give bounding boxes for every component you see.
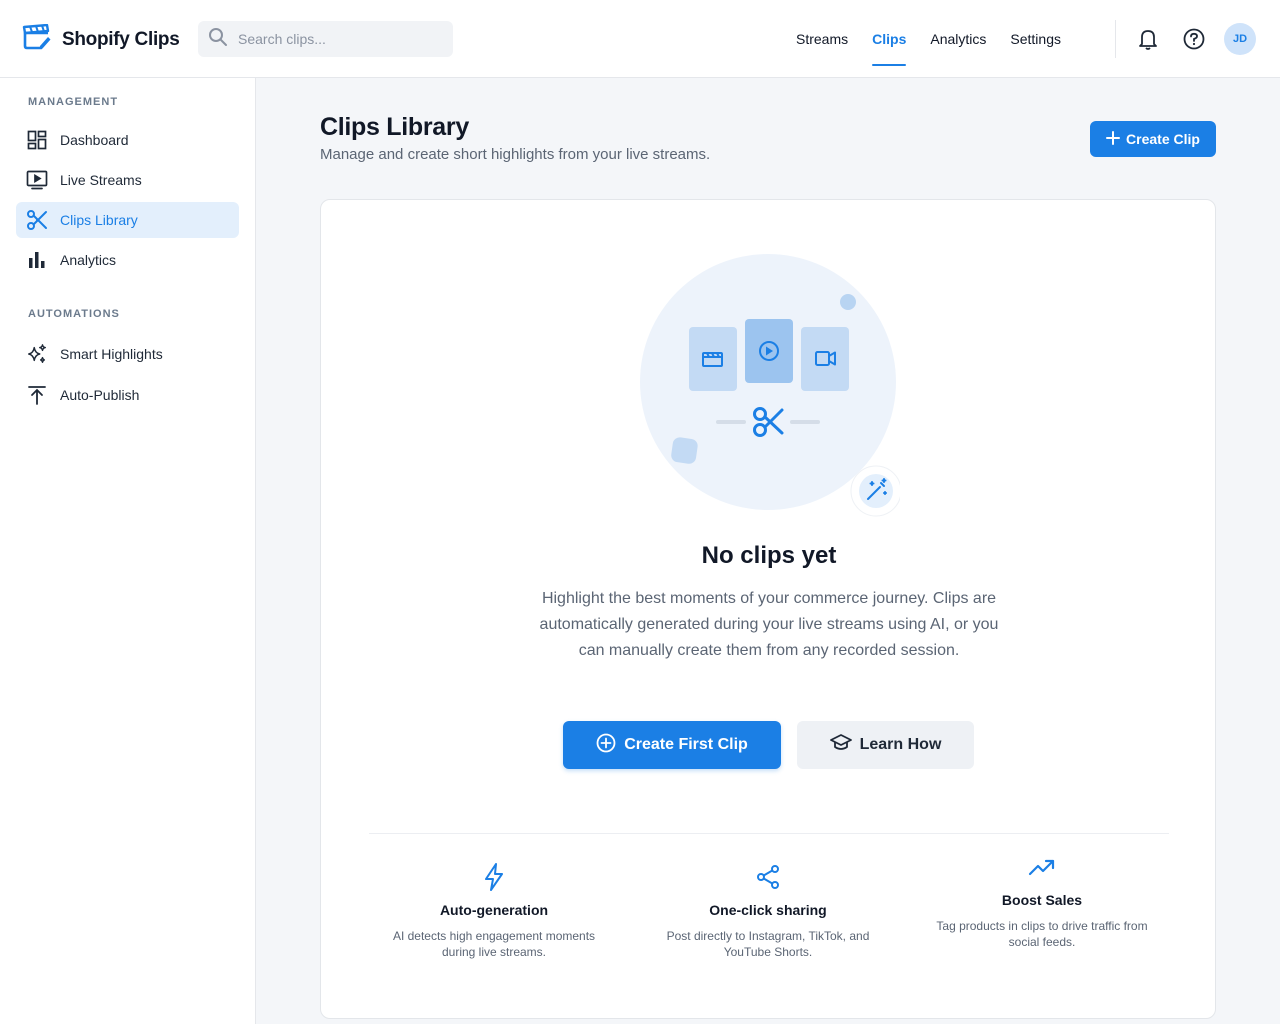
sparkles-icon bbox=[26, 343, 48, 365]
empty-state-illustration bbox=[640, 254, 902, 519]
trending-up-icon bbox=[922, 852, 1162, 882]
sidebar-item-dashboard[interactable]: Dashboard bbox=[16, 122, 239, 158]
sidebar-item-label: Dashboard bbox=[60, 132, 129, 148]
top-nav: Streams Clips Analytics Settings bbox=[784, 0, 1073, 78]
brand-name: Shopify Clips bbox=[62, 28, 180, 50]
dashboard-icon bbox=[26, 129, 48, 151]
feature-description: Tag products in clips to drive traffic f… bbox=[936, 919, 1148, 949]
page-subtitle: Manage and create short highlights from … bbox=[320, 146, 711, 163]
lightning-icon bbox=[374, 862, 614, 892]
sidebar-item-analytics[interactable]: Analytics bbox=[16, 242, 239, 278]
empty-state-card: No clips yet Highlight the best moments … bbox=[320, 199, 1216, 1019]
sidebar-item-live-streams[interactable]: Live Streams bbox=[16, 162, 239, 198]
nav-clips[interactable]: Clips bbox=[872, 0, 907, 78]
nav-settings[interactable]: Settings bbox=[1010, 0, 1061, 78]
plus-icon bbox=[1106, 130, 1121, 148]
management-section-title: MANAGEMENT bbox=[28, 96, 119, 108]
sidebar-item-label: Smart Highlights bbox=[60, 346, 163, 362]
clapperboard-logo-icon bbox=[22, 23, 52, 55]
feature-title: One-click sharing bbox=[709, 902, 827, 918]
header-divider bbox=[1115, 20, 1116, 58]
automations-section-title: AUTOMATIONS bbox=[28, 308, 120, 320]
brand[interactable]: Shopify Clips bbox=[22, 23, 180, 55]
graduation-cap-icon bbox=[829, 733, 852, 757]
sidebar-item-auto-publish[interactable]: Auto-Publish bbox=[16, 377, 239, 413]
nav-streams[interactable]: Streams bbox=[796, 0, 848, 78]
feature-description: AI detects high engagement moments durin… bbox=[392, 929, 596, 959]
sidebar-item-clips-library[interactable]: Clips Library bbox=[16, 202, 239, 238]
empty-state-title: No clips yet bbox=[701, 542, 837, 569]
search-input[interactable] bbox=[238, 31, 438, 47]
learn-how-button[interactable]: Learn How bbox=[797, 721, 974, 769]
sidebar-item-label: Live Streams bbox=[60, 172, 142, 188]
feature-one-click-sharing: One-click sharing Post directly to Insta… bbox=[648, 862, 888, 960]
create-clip-button[interactable]: Create Clip bbox=[1090, 121, 1216, 157]
top-header: Shopify Clips Streams Clips Analytics Se… bbox=[0, 0, 1280, 78]
page-title: Clips Library bbox=[320, 113, 469, 141]
sidebar-item-label: Analytics bbox=[60, 252, 117, 268]
search-icon bbox=[208, 27, 228, 52]
learn-how-label: Learn How bbox=[859, 736, 942, 753]
sidebar-item-smart-highlights[interactable]: Smart Highlights bbox=[16, 336, 239, 372]
empty-state-description: Highlight the best moments of your comme… bbox=[539, 590, 999, 659]
plus-circle-icon bbox=[596, 733, 616, 758]
feature-title: Boost Sales bbox=[1001, 892, 1083, 908]
bell-icon[interactable] bbox=[1136, 27, 1160, 51]
sidebar: MANAGEMENT Dashboard Live Streams Clips … bbox=[0, 78, 256, 1024]
feature-auto-generation: Auto-generation AI detects high engageme… bbox=[374, 862, 614, 960]
live-streams-icon bbox=[26, 169, 48, 191]
nav-analytics[interactable]: Analytics bbox=[930, 0, 986, 78]
share-icon bbox=[648, 862, 888, 892]
bar-chart-icon bbox=[26, 249, 48, 271]
create-clip-label: Create Clip bbox=[1126, 131, 1200, 147]
avatar[interactable]: JD bbox=[1224, 23, 1256, 55]
feature-title: Auto-generation bbox=[439, 902, 549, 918]
create-first-clip-button[interactable]: Create First Clip bbox=[563, 721, 781, 769]
scissors-icon bbox=[26, 209, 48, 231]
feature-boost-sales: Boost Sales Tag products in clips to dri… bbox=[922, 852, 1162, 950]
create-first-clip-label: Create First Clip bbox=[624, 736, 748, 753]
sidebar-item-label: Auto-Publish bbox=[60, 387, 140, 403]
upload-icon bbox=[26, 384, 48, 406]
search-box[interactable] bbox=[198, 21, 453, 57]
sidebar-item-label: Clips Library bbox=[60, 212, 138, 228]
feature-description: Post directly to Instagram, TikTok, and … bbox=[666, 929, 870, 959]
card-divider bbox=[369, 833, 1169, 834]
help-icon[interactable] bbox=[1182, 27, 1206, 51]
